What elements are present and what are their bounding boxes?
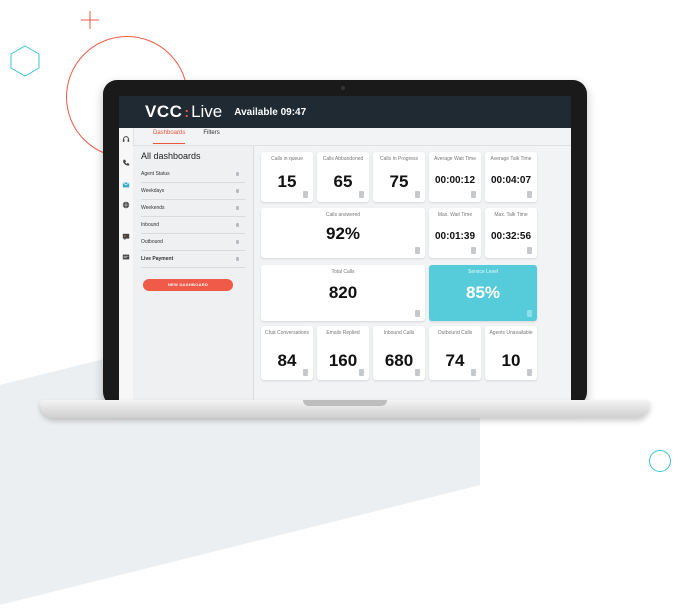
trash-icon[interactable] (527, 369, 532, 376)
trash-icon[interactable] (359, 191, 364, 198)
tile-label: Max. Talk Time (494, 212, 528, 218)
tile-label: Calls answered (325, 212, 361, 218)
tile-value: 10 (501, 351, 521, 370)
tile-label: Average Wait Time (434, 156, 476, 162)
trash-icon[interactable] (415, 247, 420, 254)
tile-value: 65 (333, 172, 353, 191)
tile-label: Agents Unavailable (489, 330, 533, 336)
laptop-notch (303, 400, 387, 406)
tile-value: 160 (328, 351, 358, 370)
hexagon-decoration-icon (10, 45, 40, 77)
laptop-base (40, 400, 650, 418)
trash-icon[interactable] (303, 369, 308, 376)
tile-label: Calls In Progress (379, 156, 419, 162)
tile-value: 00:01:39 (434, 231, 476, 242)
tile-service-level[interactable]: Service Level 85% (429, 265, 537, 321)
tile-label: Service Level (467, 269, 498, 275)
tile-label: Max. Wait Time (437, 212, 473, 218)
tile-total-calls[interactable]: Total Calls 820 (261, 265, 425, 321)
trash-icon[interactable] (359, 369, 364, 376)
tile-calls-in-queue[interactable]: Calls in queue 15 (261, 152, 313, 202)
tile-label: Calls in queue (271, 156, 303, 162)
tile-average-wait-time[interactable]: Average Wait Time 00:00:12 (429, 152, 481, 202)
trash-icon[interactable] (415, 310, 420, 317)
tile-value: 74 (445, 351, 465, 370)
tile-value: 00:04:07 (490, 175, 532, 186)
kpi-tiles: Calls in queue 15 Calls Abbandoned 65 Ca… (119, 96, 571, 400)
laptop-screen: VCC : Live Available 09:47 Dashboards Fi… (119, 96, 571, 400)
tile-value: 00:00:12 (434, 175, 476, 186)
trash-icon[interactable] (415, 191, 420, 198)
tile-emails-replied[interactable]: Emails Replied 160 (317, 326, 369, 380)
tile-value: 00:32:56 (490, 231, 532, 242)
tile-average-talk-time[interactable]: Average Talk Time 00:04:07 (485, 152, 537, 202)
tile-label: Emails Replied (326, 330, 360, 336)
trash-icon[interactable] (415, 369, 420, 376)
camera-icon (341, 86, 345, 90)
trash-icon[interactable] (471, 369, 476, 376)
tile-value: 85% (465, 283, 501, 302)
trash-icon[interactable] (471, 191, 476, 198)
trash-icon[interactable] (471, 247, 476, 254)
tile-chat-conversations[interactable]: Chat Conversations 84 (261, 326, 313, 380)
trash-icon[interactable] (527, 191, 532, 198)
tile-agents-unavailable[interactable]: Agents Unavailable 10 (485, 326, 537, 380)
plus-decoration-icon (81, 11, 99, 29)
trash-icon[interactable] (527, 247, 532, 254)
tile-value: 92% (325, 224, 361, 243)
tile-calls-answered[interactable]: Calls answered 92% (261, 208, 425, 258)
tile-calls-abandoned[interactable]: Calls Abbandoned 65 (317, 152, 369, 202)
tile-value: 680 (384, 351, 414, 370)
tile-label: Outbound Calls (437, 330, 473, 336)
tile-label: Total Calls (331, 269, 355, 275)
tile-label: Average Talk Time (490, 156, 532, 162)
tile-value: 15 (277, 172, 297, 191)
tile-value: 75 (389, 172, 409, 191)
tile-value: 820 (328, 283, 358, 302)
tile-max-talk-time[interactable]: Max. Talk Time 00:32:56 (485, 208, 537, 258)
tile-value: 84 (277, 351, 297, 370)
tile-outbound-calls[interactable]: Outbound Calls 74 (429, 326, 481, 380)
tile-label: Inbound Calls (383, 330, 415, 336)
laptop-lid: VCC : Live Available 09:47 Dashboards Fi… (103, 80, 587, 406)
trash-icon[interactable] (527, 310, 532, 317)
tile-inbound-calls[interactable]: Inbound Calls 680 (373, 326, 425, 380)
tile-label: Chat Conversations (265, 330, 309, 336)
tile-max-wait-time[interactable]: Max. Wait Time 00:01:39 (429, 208, 481, 258)
ring-decoration (649, 450, 671, 472)
tile-calls-in-progress[interactable]: Calls In Progress 75 (373, 152, 425, 202)
trash-icon[interactable] (303, 191, 308, 198)
tile-label: Calls Abbandoned (322, 156, 364, 162)
